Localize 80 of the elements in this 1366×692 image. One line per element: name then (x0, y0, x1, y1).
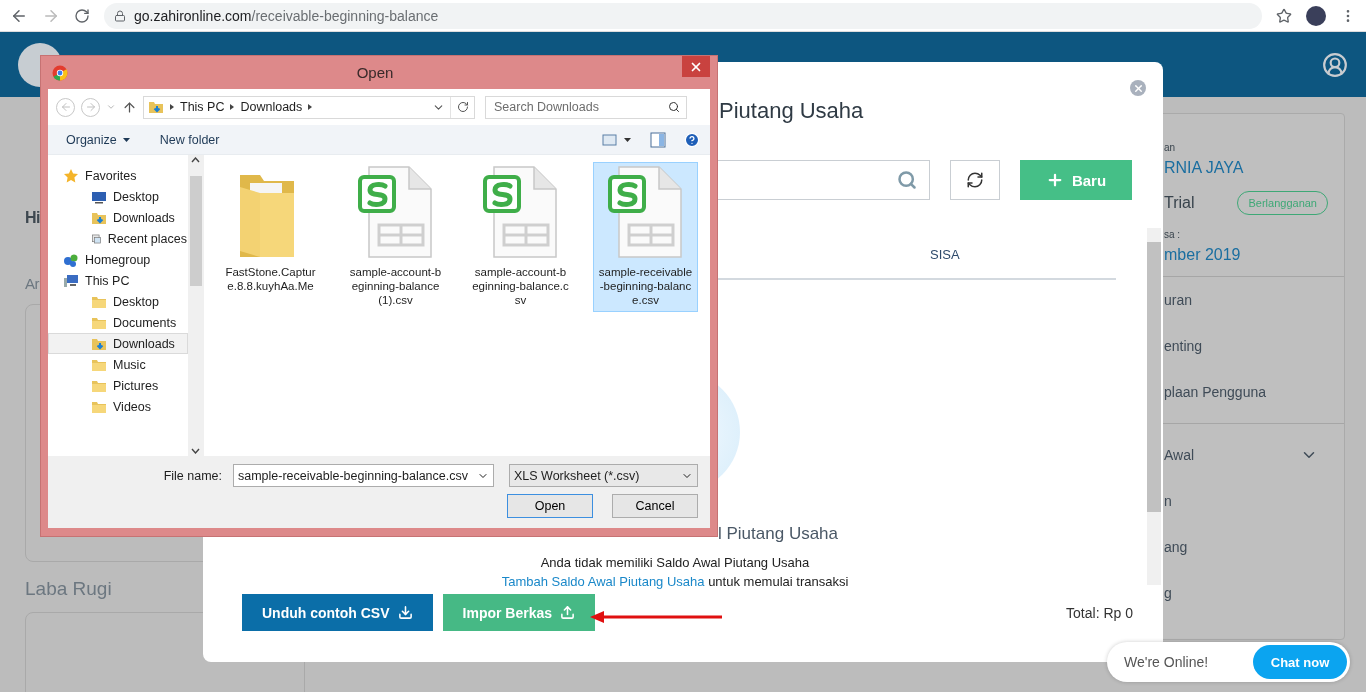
file-item[interactable]: FastStone.Capture.8.8.kuyhAa.Me (218, 162, 323, 298)
reload-icon[interactable] (74, 7, 90, 24)
menu-item[interactable]: Awal (1121, 432, 1344, 478)
nav-item[interactable]: Videos (48, 396, 188, 417)
scrollbar[interactable] (188, 155, 204, 456)
nav-item[interactable]: Homegroup (48, 249, 188, 270)
nav-item[interactable]: Music (48, 354, 188, 375)
help-icon[interactable] (684, 131, 700, 148)
organize-menu[interactable]: Organize (66, 132, 130, 147)
path-bar[interactable]: This PC Downloads (143, 95, 475, 119)
search-field[interactable] (718, 160, 930, 200)
url-host: go.zahironline.com (134, 7, 252, 24)
address-bar[interactable]: go.zahironline.com/receivable-beginning-balance (104, 2, 1262, 29)
view-icon[interactable] (602, 132, 632, 147)
new-folder-button[interactable]: New folder (159, 132, 220, 147)
company-label: an (1164, 142, 1177, 153)
path-segment[interactable]: This PC (180, 100, 225, 114)
user-icon[interactable] (1322, 51, 1348, 78)
nav-item[interactable]: This PC (48, 270, 188, 291)
period-label: sa : (1164, 229, 1182, 240)
search-icon (897, 170, 917, 190)
nav-item[interactable]: Downloads (48, 333, 188, 354)
computer-icon (63, 272, 79, 289)
chevron-icon (230, 104, 235, 110)
spreadsheet-file-icon (606, 165, 685, 261)
nav-item[interactable]: Desktop (48, 291, 188, 312)
up-icon[interactable] (122, 99, 137, 115)
nav-item[interactable]: Favorites (48, 165, 188, 186)
chevron-icon (170, 104, 174, 110)
total-amount: Total: Rp 0 (1066, 604, 1133, 621)
close-button[interactable] (682, 56, 710, 77)
search-field[interactable]: Search Downloads (485, 95, 687, 119)
plan-name: Trial (1164, 194, 1195, 212)
spreadsheet-file-icon (356, 165, 435, 261)
greeting-heading: Hi (25, 209, 40, 227)
section-heading: Ar (25, 275, 39, 292)
cancel-button[interactable]: Cancel (612, 494, 698, 518)
section-heading: Laba Rugi (25, 578, 112, 600)
star-icon (63, 167, 79, 184)
dialog-title: Open (355, 64, 395, 81)
file-name-label: File name: (163, 468, 222, 483)
nav-item[interactable]: Documents (48, 312, 188, 333)
nav-item[interactable]: Desktop (48, 186, 188, 207)
search-icon (668, 101, 680, 113)
chevron-icon (308, 104, 313, 110)
scrollbar[interactable] (1147, 228, 1161, 585)
upload-icon (560, 605, 576, 620)
spreadsheet-file-icon (481, 165, 560, 261)
company-name: RNIA JAYA (1164, 159, 1245, 177)
download-icon (397, 605, 413, 620)
add-link[interactable]: Tambah Saldo Awal Piutang Usaha (501, 574, 705, 589)
nav-item[interactable]: Recent places (48, 228, 188, 249)
file-type-dropdown[interactable]: XLS Worksheet (*.csv) (509, 464, 698, 487)
column-header: SISA (930, 246, 960, 262)
empty-state-message: Anda tidak memiliki Saldo Awal Piutang Usaha (539, 554, 811, 572)
refresh-button[interactable] (950, 160, 1000, 200)
period-value: mber 2019 (1164, 246, 1242, 264)
scroll-up-icon[interactable] (191, 157, 200, 163)
empty-state-hint: untuk memulai transaksi (707, 574, 849, 589)
bookmark-star-icon[interactable] (1276, 7, 1292, 24)
file-item[interactable]: sample-account-beginning-balance (1).csv (343, 162, 448, 312)
refresh-icon (966, 171, 984, 189)
chat-status: We're Online! (1124, 654, 1209, 670)
download-folder-icon (148, 99, 164, 115)
file-name-field[interactable]: sample-receivable-beginning-balance.csv (233, 464, 494, 487)
chrome-icon (52, 64, 68, 81)
caret-icon (122, 137, 130, 142)
empty-state-title: l Piutang Usaha (717, 524, 840, 544)
scroll-down-icon[interactable] (191, 448, 200, 454)
profile-avatar[interactable] (1306, 5, 1326, 26)
file-item[interactable]: sample-receivable-beginning-balance.csv (593, 162, 698, 312)
lock-icon (114, 9, 126, 22)
path-segment[interactable]: Downloads (240, 100, 303, 114)
file-item[interactable]: sample-account-beginning-balance.csv (468, 162, 573, 312)
download-csv-button[interactable]: Unduh contoh CSV (242, 594, 433, 631)
modal-title: Piutang Usaha (719, 98, 864, 124)
nav-item[interactable]: Downloads (48, 207, 188, 228)
url-path: /receivable-beginning-balance (251, 7, 439, 24)
open-button[interactable]: Open (507, 494, 593, 518)
nav-item[interactable]: Pictures (48, 375, 188, 396)
